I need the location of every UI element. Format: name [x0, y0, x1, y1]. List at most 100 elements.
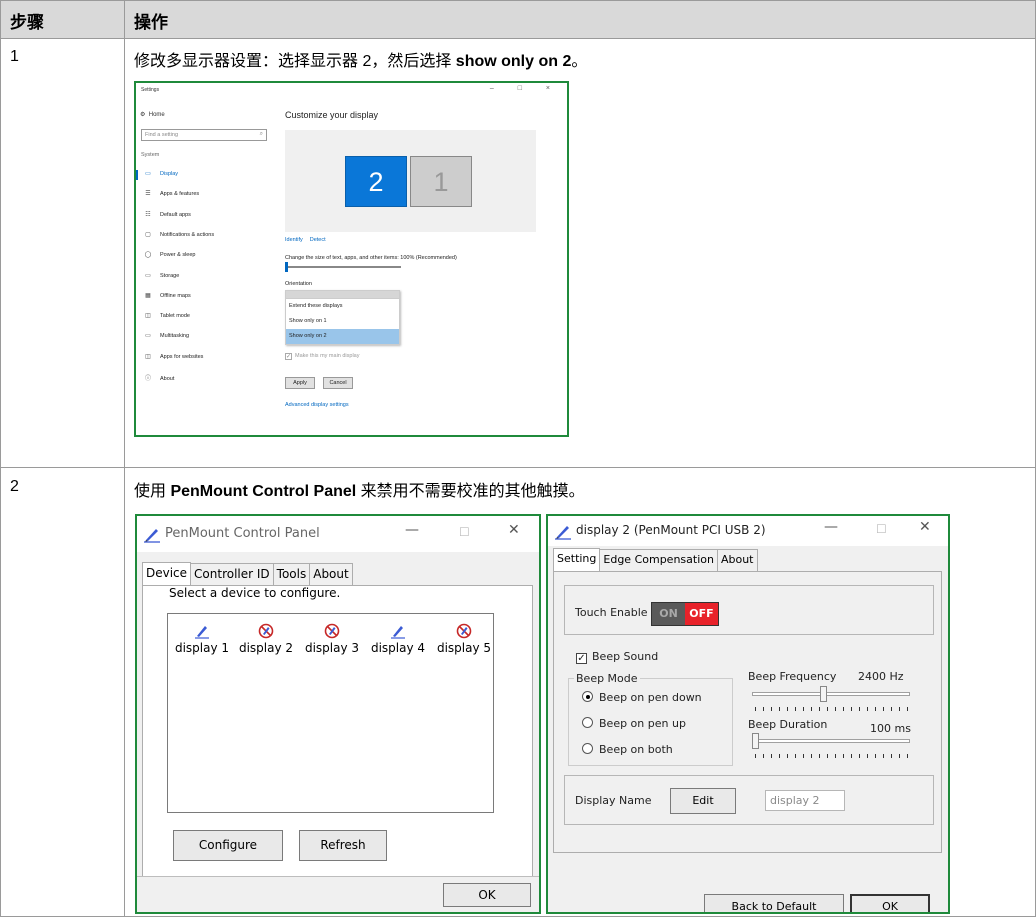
sidebar-item-label: Default apps — [160, 211, 191, 218]
step-instruction: 使用 PenMount Control Panel 来禁用不需要校准的其他触摸。 — [134, 477, 585, 501]
storage-icon: ▭ — [145, 272, 151, 279]
sidebar-item-offline-maps[interactable]: ▦ Offline maps — [136, 292, 191, 302]
penmount-control-panel-window: PenMount Control Panel — ☐ ✕ Device Contr… — [135, 514, 541, 914]
tab-setting[interactable]: Setting — [553, 548, 601, 572]
settings-main: Customize your display 2 1 Identify Detec… — [285, 97, 567, 435]
settings-window-screenshot: Settings – □ × ⚙ Home Find a setting ⌕ Sy… — [134, 81, 569, 437]
maximize-icon[interactable]: ☐ — [459, 525, 470, 539]
beep-sound-checkbox[interactable]: ✓ Beep Sound — [576, 650, 658, 664]
tab-edge-compensation[interactable]: Edge Compensation — [599, 549, 718, 571]
beep-duration-slider[interactable] — [752, 739, 910, 743]
detect-link[interactable]: Detect — [310, 237, 326, 243]
back-to-default-button[interactable]: Back to Default — [704, 894, 844, 912]
identify-link[interactable]: Identify — [285, 237, 303, 243]
refresh-button[interactable]: Refresh — [299, 830, 387, 861]
toggle-off[interactable]: OFF — [685, 603, 718, 625]
device-item-display-5[interactable]: display 5 — [432, 623, 496, 655]
radio-label: Beep on both — [599, 743, 673, 756]
radio-icon — [582, 717, 593, 728]
dropdown-option[interactable]: Extend these displays — [286, 299, 399, 314]
sidebar-item-notifications-actions[interactable]: ▢ Notifications & actions — [136, 231, 214, 241]
pen-icon — [144, 529, 160, 543]
sidebar-item-default-apps[interactable]: ☷ Default apps — [136, 211, 191, 221]
slider-ticks — [755, 707, 910, 711]
search-placeholder: Find a setting — [145, 132, 179, 138]
tab-about[interactable]: About — [309, 563, 353, 585]
device-item-display-2[interactable]: display 2 — [234, 623, 298, 655]
touch-enable-toggle[interactable]: ON OFF — [651, 602, 719, 626]
beep-option-both[interactable]: Beep on both — [582, 743, 673, 756]
table-border-top — [0, 0, 1036, 1]
scale-slider-thumb[interactable] — [285, 262, 288, 272]
sidebar-item-power-sleep[interactable]: ◯ Power & sleep — [136, 251, 196, 261]
device-label: display 5 — [436, 641, 492, 655]
tab-controller-id[interactable]: Controller ID — [190, 563, 274, 585]
tab-tools[interactable]: Tools — [272, 563, 311, 585]
multiple-displays-dropdown[interactable]: Extend these displays Show only on 1 Sho… — [285, 290, 400, 345]
instruction-text: 修改多显示器设置：选择显示器 2，然后选择 — [134, 53, 456, 70]
instruction-text: 。 — [571, 53, 588, 70]
instruction-keyword: show only on 2 — [455, 53, 572, 70]
minimize-icon[interactable]: — — [405, 522, 419, 538]
device-item-display-3[interactable]: display 3 — [300, 623, 364, 655]
configure-button[interactable]: Configure — [173, 830, 283, 861]
edit-button[interactable]: Edit — [670, 788, 736, 814]
sidebar-item-tablet-mode[interactable]: ◫ Tablet mode — [136, 312, 190, 322]
apply-button[interactable]: Apply — [285, 377, 315, 389]
sidebar-item-display[interactable]: ▭ Display — [136, 170, 178, 180]
monitor-1-tile[interactable]: 1 — [410, 156, 472, 207]
minimize-icon[interactable]: — — [824, 519, 838, 535]
beep-duration-label: Beep Duration — [748, 718, 828, 731]
sidebar-item-about[interactable]: ⓘ About — [136, 373, 174, 383]
disabled-pen-icon — [258, 623, 274, 639]
device-item-display-1[interactable]: display 1 — [170, 623, 234, 655]
dropdown-option[interactable]: Show only on 1 — [286, 314, 399, 329]
radio-label: Beep on pen up — [599, 717, 686, 730]
close-icon[interactable]: ✕ — [508, 522, 520, 538]
dropdown-option-selected[interactable]: Show only on 2 — [286, 329, 399, 344]
search-icon: ⌕ — [259, 131, 263, 137]
monitor-2-tile[interactable]: 2 — [345, 156, 407, 207]
sidebar-item-apps-for-websites[interactable]: ◫ Apps for websites — [136, 353, 203, 363]
search-input[interactable]: Find a setting ⌕ — [141, 129, 267, 141]
tab-bar: Device Controller ID Tools About — [142, 562, 353, 586]
display-name-field[interactable]: display 2 — [765, 790, 845, 811]
step-number: 2 — [10, 478, 19, 495]
beep-duration-value: 100 ms — [870, 722, 911, 735]
advanced-settings-link[interactable]: Advanced display settings — [285, 402, 349, 408]
scale-slider-track[interactable] — [285, 266, 401, 268]
sidebar-item-label: Tablet mode — [160, 313, 190, 320]
main-display-checkbox[interactable]: ✓ Make this my main display — [285, 353, 360, 360]
instruction-keyword: PenMount Control Panel — [170, 483, 357, 500]
device-item-display-4[interactable]: display 4 — [366, 623, 430, 655]
ok-button[interactable]: OK — [850, 894, 930, 912]
sidebar-item-label: Apps for websites — [160, 353, 204, 360]
beep-option-pen-down[interactable]: Beep on pen down — [582, 691, 702, 704]
cancel-button[interactable]: Cancel — [323, 377, 353, 389]
default-apps-icon: ☷ — [145, 211, 151, 218]
beep-duration-thumb[interactable] — [752, 733, 759, 749]
sidebar-item-storage[interactable]: ▭ Storage — [136, 272, 179, 282]
window-controls[interactable]: – □ × — [490, 85, 561, 92]
page-title: Customize your display — [285, 110, 379, 120]
touch-enable-group: Touch Enable ON OFF — [564, 585, 934, 635]
window-title: display 2 (PenMount PCI USB 2) — [576, 523, 766, 537]
beep-frequency-slider[interactable] — [752, 692, 910, 696]
beep-frequency-thumb[interactable] — [819, 686, 827, 702]
window-body: Setting Edge Compensation About Touch Enab… — [548, 546, 948, 912]
tab-about[interactable]: About — [716, 549, 758, 571]
tab-device[interactable]: Device — [142, 562, 192, 586]
beep-option-pen-up[interactable]: Beep on pen up — [582, 717, 686, 730]
radio-icon — [582, 743, 593, 754]
toggle-on[interactable]: ON — [652, 603, 685, 625]
instruction-text: 使用 — [134, 483, 171, 500]
tab-bar: Setting Edge Compensation About — [553, 548, 758, 572]
touch-enable-label: Touch Enable — [575, 606, 648, 619]
sidebar-item-multitasking[interactable]: ▭ Multitasking — [136, 332, 189, 342]
sidebar-item-apps-features[interactable]: ☰ Apps & features — [136, 190, 199, 200]
ok-button[interactable]: OK — [443, 883, 531, 907]
maximize-icon[interactable]: ☐ — [876, 522, 887, 536]
close-icon[interactable]: ✕ — [919, 519, 931, 535]
home-link[interactable]: ⚙ Home — [140, 111, 165, 118]
sidebar-item-label: Display — [160, 171, 179, 177]
